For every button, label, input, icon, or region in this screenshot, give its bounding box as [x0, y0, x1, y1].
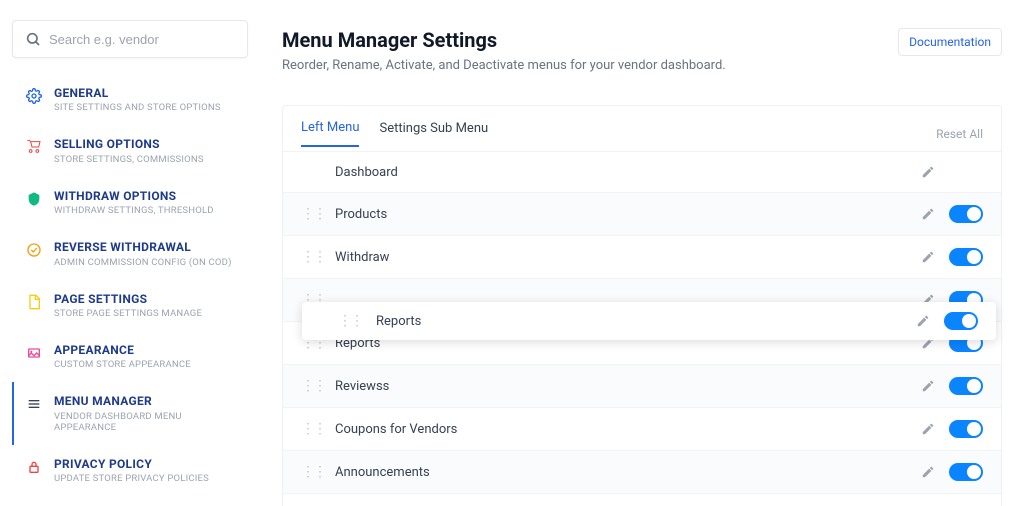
sidebar-item-cart[interactable]: SELLING OPTIONS STORE SETTINGS, COMMISSIO…: [12, 125, 248, 176]
menu-row: ⋮⋮ Coupons for Vendors: [283, 407, 1001, 450]
sidebar-item-title: WITHDRAW OPTIONS: [54, 189, 214, 203]
menu-item-label: Reviewss: [335, 379, 921, 394]
menu-item-label: Announcements: [335, 465, 921, 480]
toggle-switch[interactable]: [949, 205, 983, 223]
menu-item-label: Reports: [376, 314, 916, 329]
dragging-row[interactable]: ⋮⋮ Reports: [302, 302, 996, 340]
tab-settings-sub-menu[interactable]: Settings Sub Menu: [379, 121, 488, 146]
drag-handle-icon[interactable]: ⋮⋮: [301, 249, 315, 265]
search-input[interactable]: [49, 32, 235, 47]
toggle-switch[interactable]: [949, 248, 983, 266]
pencil-icon[interactable]: [921, 465, 935, 479]
menu-row: ⋮⋮ Announcements: [283, 450, 1001, 493]
sidebar-item-title: PAGE SETTINGS: [54, 292, 202, 306]
sidebar-item-title: REVERSE WITHDRAWAL: [54, 240, 232, 254]
sidebar-item-page[interactable]: PAGE SETTINGS STORE PAGE SETTINGS MANAGE: [12, 280, 248, 331]
menu-item-label: Coupons for Vendors: [335, 422, 921, 437]
sidebar-nav: GENERAL SITE SETTINGS AND STORE OPTIONS SE…: [12, 74, 248, 496]
toggle-switch[interactable]: [949, 377, 983, 395]
gear-icon: [24, 86, 44, 106]
main-content: Menu Manager Settings Reorder, Rename, A…: [260, 0, 1024, 506]
sidebar-item-subtitle: STORE SETTINGS, COMMISSIONS: [54, 154, 204, 165]
toggle-switch[interactable]: [944, 312, 978, 330]
sidebar-item-menu[interactable]: MENU MANAGER VENDOR DASHBOARD MENU APPEAR…: [12, 382, 248, 444]
menu-icon: [24, 394, 44, 414]
tab-left-menu[interactable]: Left Menu: [301, 120, 359, 147]
page-icon: [24, 292, 44, 312]
drag-handle-icon[interactable]: ⋮⋮: [301, 378, 315, 394]
pencil-icon[interactable]: [921, 379, 935, 393]
sidebar-item-refund[interactable]: REVERSE WITHDRAWAL ADMIN COMMISSION CONFI…: [12, 228, 248, 279]
sidebar-item-subtitle: WITHDRAW SETTINGS, THRESHOLD: [54, 205, 214, 216]
pencil-icon[interactable]: [921, 250, 935, 264]
cart-icon: [24, 137, 44, 157]
sidebar-item-title: MENU MANAGER: [54, 394, 238, 408]
toggle-switch[interactable]: [949, 420, 983, 438]
drag-handle-icon[interactable]: ⋮⋮: [301, 206, 315, 222]
sidebar-item-subtitle: CUSTOM STORE APPEARANCE: [54, 359, 191, 370]
reset-all-button[interactable]: Reset All: [936, 127, 983, 141]
sidebar-item-privacy[interactable]: PRIVACY POLICY UPDATE STORE PRIVACY POLIC…: [12, 445, 248, 496]
pencil-icon[interactable]: [916, 314, 930, 328]
appearance-icon: [24, 343, 44, 363]
search-icon: [25, 31, 41, 47]
drag-handle-icon[interactable]: ⋮⋮: [301, 421, 315, 437]
menu-item-label: Withdraw: [335, 250, 921, 265]
sidebar-item-title: SELLING OPTIONS: [54, 137, 204, 151]
shield-icon: [24, 189, 44, 209]
sidebar-item-subtitle: SITE SETTINGS AND STORE OPTIONS: [54, 102, 221, 113]
menu-row: ⋮⋮ Reviewss: [283, 364, 1001, 407]
menu-row: ⋮⋮Request Quotes: [283, 493, 1001, 506]
documentation-link[interactable]: Documentation: [898, 28, 1002, 56]
sidebar-item-subtitle: UPDATE STORE PRIVACY POLICIES: [54, 473, 209, 484]
page-title: Menu Manager Settings: [282, 28, 726, 52]
sidebar-item-subtitle: ADMIN COMMISSION CONFIG (ON COD): [54, 257, 232, 268]
menu-item-label: Products: [335, 207, 921, 222]
sidebar-item-gear[interactable]: GENERAL SITE SETTINGS AND STORE OPTIONS: [12, 74, 248, 125]
privacy-icon: [24, 457, 44, 477]
refund-icon: [24, 240, 44, 260]
tab-row: Left Menu Settings Sub Menu Reset All: [283, 106, 1001, 147]
menu-item-label: Dashboard: [335, 165, 921, 180]
toggle-switch[interactable]: [949, 463, 983, 481]
sidebar-item-subtitle: STORE PAGE SETTINGS MANAGE: [54, 308, 202, 319]
sidebar-item-shield[interactable]: WITHDRAW OPTIONS WITHDRAW SETTINGS, THRES…: [12, 177, 248, 228]
sidebar-item-title: GENERAL: [54, 86, 221, 100]
pencil-icon[interactable]: [921, 422, 935, 436]
sidebar-item-appearance[interactable]: APPEARANCE CUSTOM STORE APPEARANCE: [12, 331, 248, 382]
sidebar-item-title: PRIVACY POLICY: [54, 457, 209, 471]
pencil-icon[interactable]: [921, 207, 935, 221]
menu-row: ⋮⋮ Products: [283, 192, 1001, 235]
pencil-icon[interactable]: [921, 165, 935, 179]
page-subtitle: Reorder, Rename, Activate, and Deactivat…: [282, 58, 726, 73]
sidebar-item-title: APPEARANCE: [54, 343, 191, 357]
sidebar-item-subtitle: VENDOR DASHBOARD MENU APPEARANCE: [54, 411, 238, 433]
search-box[interactable]: [12, 20, 248, 58]
menu-row: ⋮⋮ Withdraw: [283, 235, 1001, 278]
drag-handle-icon[interactable]: ⋮⋮: [301, 464, 315, 480]
menu-row: ⋮⋮Dashboard: [283, 151, 1001, 192]
sidebar: GENERAL SITE SETTINGS AND STORE OPTIONS SE…: [0, 0, 260, 506]
drag-handle-icon[interactable]: ⋮⋮: [338, 313, 352, 329]
